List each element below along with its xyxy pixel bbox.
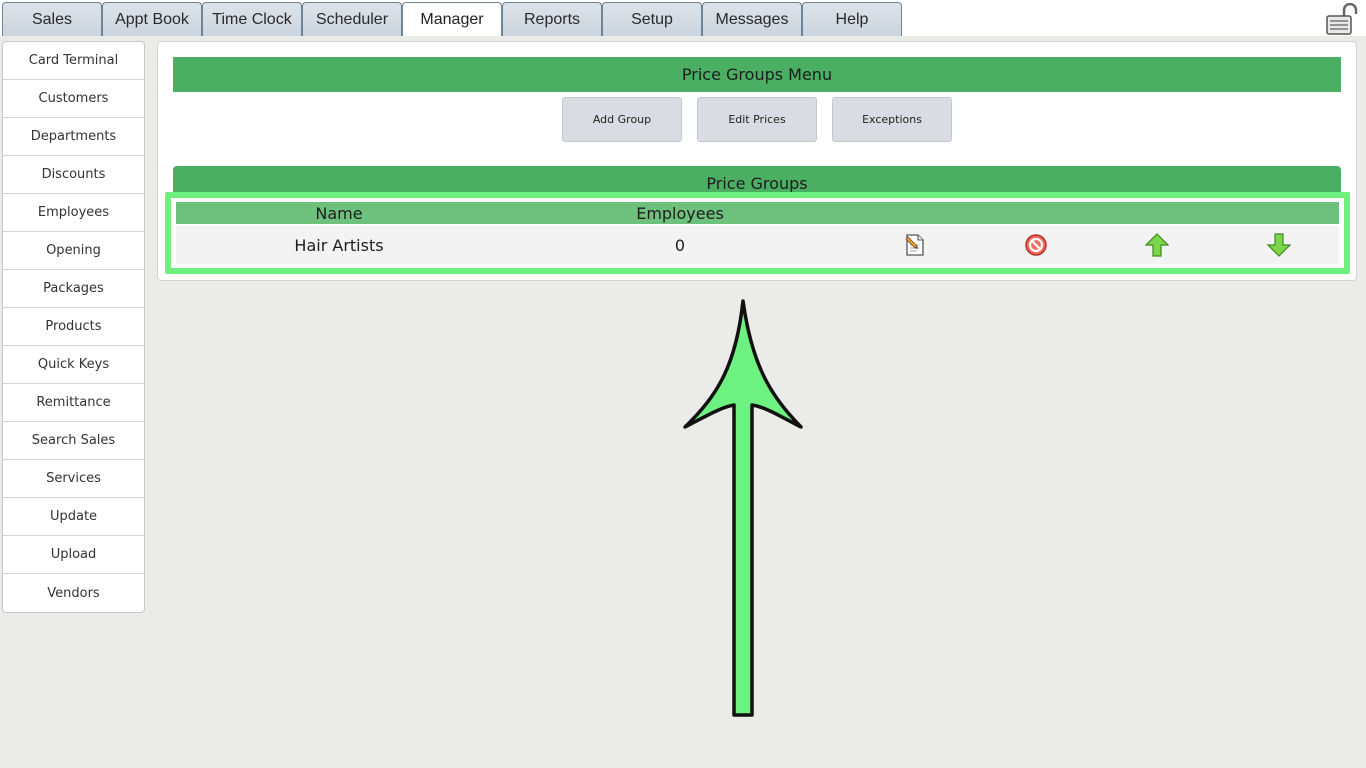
tab-messages[interactable]: Messages (702, 2, 802, 36)
tab-time-clock[interactable]: Time Clock (202, 2, 302, 36)
tab-scheduler[interactable]: Scheduler (302, 2, 402, 36)
price-groups-menu-header: Price Groups Menu (173, 57, 1341, 92)
exceptions-button[interactable]: Exceptions (832, 97, 952, 142)
tab-sales[interactable]: Sales (2, 2, 102, 36)
unlocked-padlock-icon[interactable] (1324, 3, 1358, 35)
sidebar-item-update[interactable]: Update (3, 498, 144, 536)
sidebar-item-employees[interactable]: Employees (3, 194, 144, 232)
divider (0, 36, 1366, 38)
tab-help[interactable]: Help (802, 2, 902, 36)
sidebar-item-customers[interactable]: Customers (3, 80, 144, 118)
tab-manager[interactable]: Manager (402, 2, 502, 36)
sidebar-item-opening[interactable]: Opening (3, 232, 144, 270)
sidebar-item-vendors[interactable]: Vendors (3, 574, 144, 612)
sidebar-item-departments[interactable]: Departments (3, 118, 144, 156)
tab-appt-book[interactable]: Appt Book (102, 2, 202, 36)
sidebar-item-search-sales[interactable]: Search Sales (3, 422, 144, 460)
edit-prices-button[interactable]: Edit Prices (697, 97, 817, 142)
sidebar-item-packages[interactable]: Packages (3, 270, 144, 308)
sidebar-item-quick-keys[interactable]: Quick Keys (3, 346, 144, 384)
sidebar-item-upload[interactable]: Upload (3, 536, 144, 574)
top-nav-bar: Sales Appt Book Time Clock Scheduler Man… (0, 0, 1366, 38)
tab-setup[interactable]: Setup (602, 2, 702, 36)
tab-reports[interactable]: Reports (502, 2, 602, 36)
main-tabs: Sales Appt Book Time Clock Scheduler Man… (2, 2, 902, 36)
sidebar-item-card-terminal[interactable]: Card Terminal (3, 42, 144, 80)
annotation-up-arrow (683, 299, 803, 717)
sidebar-item-products[interactable]: Products (3, 308, 144, 346)
add-group-button[interactable]: Add Group (562, 97, 682, 142)
highlight-box (165, 192, 1350, 274)
menu-button-row: Add Group Edit Prices Exceptions (562, 97, 952, 142)
sidebar-item-services[interactable]: Services (3, 460, 144, 498)
manager-sidebar: Card Terminal Customers Departments Disc… (2, 41, 145, 613)
sidebar-item-remittance[interactable]: Remittance (3, 384, 144, 422)
sidebar-item-discounts[interactable]: Discounts (3, 156, 144, 194)
